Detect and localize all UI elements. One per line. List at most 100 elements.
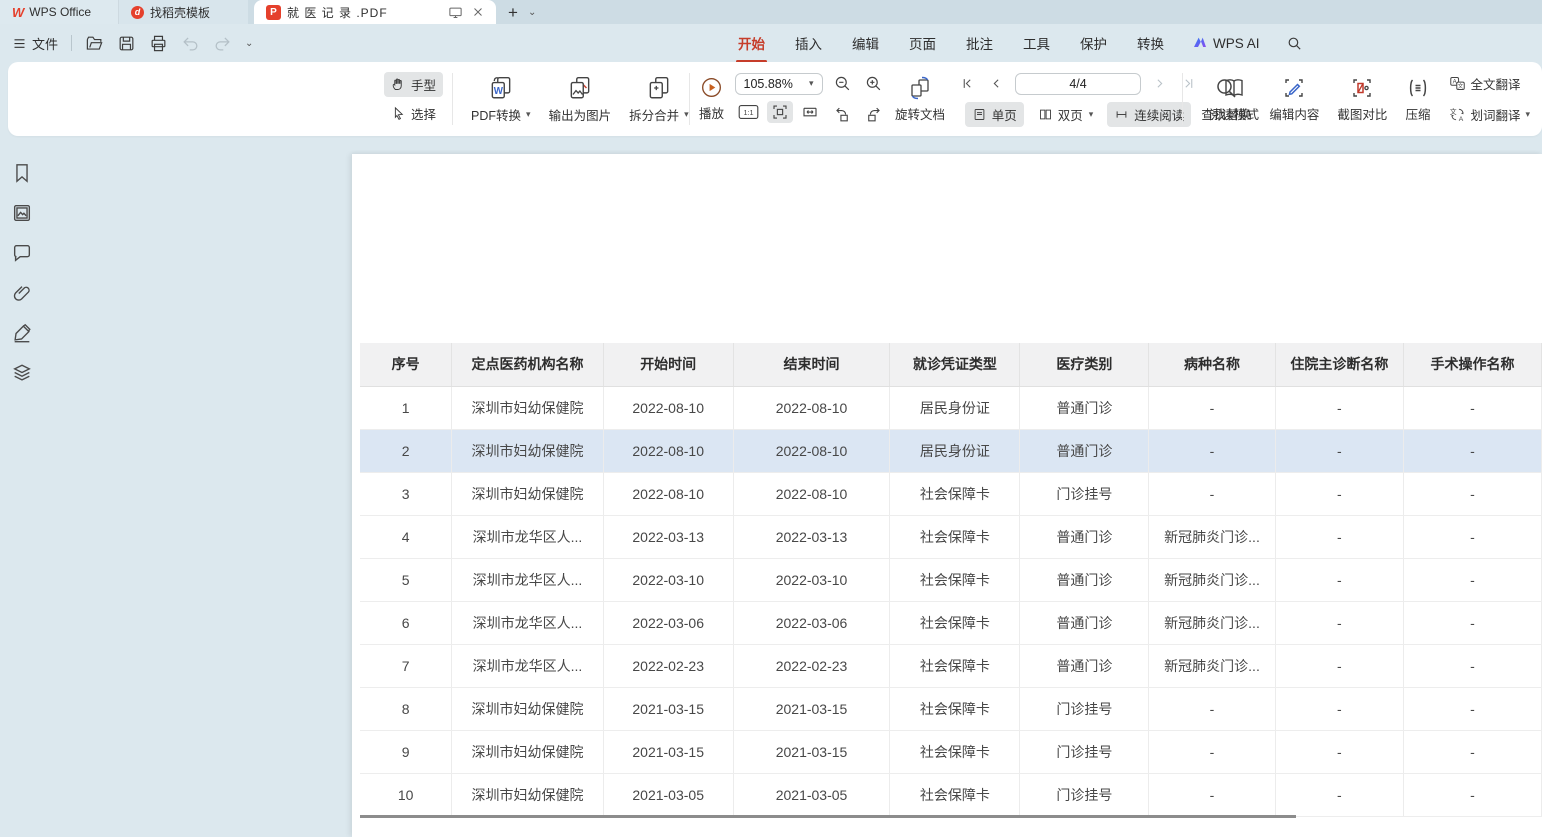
table-row: 6深圳市龙华区人...2022-03-062022-03-06社会保障卡普通门诊… (360, 601, 1542, 644)
menu-item-tools[interactable]: 工具 (1021, 31, 1052, 55)
window-tab-strip: W WPS Office d 找稻壳模板 P 就 医 记 录 .PDF + ⌄ (0, 0, 1542, 24)
export-image-button[interactable]: 输出为图片 (540, 75, 621, 124)
save-icon[interactable] (117, 34, 136, 53)
close-tab-icon[interactable] (472, 6, 484, 18)
zoom-in-button[interactable] (860, 72, 887, 95)
bookmark-icon[interactable] (11, 162, 33, 184)
col-header-start-time: 开始时间 (603, 343, 733, 386)
divider (689, 73, 690, 125)
menu-item-home[interactable]: 开始 (736, 31, 767, 55)
table-cell: - (1149, 472, 1276, 515)
fit-page-button[interactable] (767, 101, 793, 123)
menu-item-annotate[interactable]: 批注 (964, 31, 995, 55)
table-cell: 深圳市龙华区人... (452, 515, 603, 558)
table-row: 4深圳市龙华区人...2022-03-132022-03-13社会保障卡普通门诊… (360, 515, 1542, 558)
new-tab-button[interactable]: + (508, 4, 518, 21)
pdf-convert-button[interactable]: W PDF转换 ▾ (462, 75, 540, 124)
table-cell: 2021-03-05 (603, 773, 733, 816)
table-cell: 5 (360, 558, 452, 601)
comment-icon[interactable] (11, 242, 33, 264)
rotate-left-button[interactable] (829, 103, 856, 126)
tab-list-chevron-icon[interactable]: ⌄ (528, 7, 536, 18)
compress-button[interactable]: 压缩 (1396, 76, 1439, 123)
print-icon[interactable] (149, 34, 168, 53)
menu-item-wps-ai[interactable]: WPS AI (1192, 35, 1260, 51)
table-cell: 2021-03-05 (733, 773, 890, 816)
open-folder-icon[interactable] (85, 34, 104, 53)
menu-search-icon[interactable] (1286, 35, 1303, 52)
menu-item-insert[interactable]: 插入 (793, 31, 824, 55)
edit-content-label: 编辑内容 (1269, 104, 1319, 123)
menu-item-convert[interactable]: 转换 (1135, 31, 1166, 55)
horizontal-scrollbar[interactable] (360, 815, 1296, 818)
screenshot-compare-label: 截图对比 (1337, 104, 1387, 123)
double-page-button[interactable]: 双页 ▾ (1031, 102, 1101, 127)
word-translate-button[interactable]: 文 A 划词翻译 ▾ (1449, 101, 1530, 128)
tab-wps-office[interactable]: W WPS Office (0, 0, 118, 24)
tab-document[interactable]: P 就 医 记 录 .PDF (254, 0, 496, 24)
tab-template[interactable]: d 找稻壳模板 (118, 0, 248, 24)
col-header-medical-category: 医疗类别 (1020, 343, 1149, 386)
file-menu-button[interactable]: 文件 (12, 34, 58, 53)
zoom-level-dropdown[interactable]: 105.88% ▾ (735, 73, 823, 95)
menu-item-edit[interactable]: 编辑 (850, 31, 881, 55)
play-label: 播放 (699, 103, 724, 122)
actual-size-button[interactable]: 1:1 (734, 101, 763, 123)
table-cell: 新冠肺炎门诊... (1149, 515, 1276, 558)
table-row: 2深圳市妇幼保健院2022-08-102022-08-10居民身份证普通门诊--… (360, 429, 1542, 472)
chevron-down-icon: ▾ (1525, 109, 1530, 120)
screenshot-compare-button[interactable]: 截图对比 (1328, 76, 1396, 123)
fit-width-button[interactable] (797, 101, 823, 123)
play-button[interactable]: 播放 (699, 76, 724, 122)
page-number-input[interactable] (1015, 73, 1141, 95)
table-cell: - (1403, 515, 1541, 558)
svg-text:A: A (1459, 116, 1464, 123)
table-row: 10深圳市妇幼保健院2021-03-052021-03-05社会保障卡门诊挂号-… (360, 773, 1542, 816)
hand-tool-button[interactable]: 手型 (384, 72, 443, 97)
table-cell: 2022-08-10 (733, 429, 890, 472)
record-table-body: 1深圳市妇幼保健院2022-08-102022-08-10居民身份证普通门诊--… (360, 386, 1542, 816)
find-replace-button[interactable]: 查找替换 (1192, 76, 1260, 123)
redo-icon[interactable] (213, 34, 232, 53)
first-page-button[interactable] (957, 75, 978, 92)
hand-tool-label: 手型 (411, 75, 436, 94)
prev-page-button[interactable] (986, 75, 1007, 92)
undo-icon[interactable] (181, 34, 200, 53)
table-cell: - (1403, 773, 1541, 816)
menu-item-protect[interactable]: 保护 (1078, 31, 1109, 55)
select-tool-button[interactable]: 选择 (384, 101, 443, 126)
col-header-main-diagnosis: 住院主诊断名称 (1275, 343, 1403, 386)
table-cell: 普通门诊 (1020, 601, 1149, 644)
table-cell: 2022-03-10 (603, 558, 733, 601)
one-to-one-glyph: 1:1 (743, 108, 753, 117)
pdf-convert-icon: W (488, 75, 514, 101)
thumbnails-icon[interactable] (11, 202, 33, 224)
table-cell: 2021-03-15 (603, 687, 733, 730)
layers-icon[interactable] (11, 362, 33, 384)
zoom-out-button[interactable] (829, 72, 856, 95)
table-cell: - (1275, 386, 1403, 429)
next-page-button[interactable] (1149, 75, 1170, 92)
full-translate-button[interactable]: A 文 全文翻译 (1449, 70, 1520, 97)
edit-content-button[interactable]: 编辑内容 (1260, 76, 1328, 123)
annotate-pen-icon[interactable] (11, 322, 33, 344)
zoom-in-icon (864, 74, 883, 93)
single-page-button[interactable]: 单页 (965, 102, 1024, 127)
double-page-label: 双页 (1058, 105, 1083, 124)
rotate-document-button[interactable]: 旋转文档 (895, 76, 945, 123)
left-panel-sidebar (0, 154, 44, 837)
rotate-right-button[interactable] (860, 103, 887, 126)
attachment-icon[interactable] (11, 282, 33, 304)
table-cell: 3 (360, 472, 452, 515)
table-cell: 9 (360, 730, 452, 773)
continuous-read-icon (1114, 107, 1129, 122)
pdf-page[interactable]: 序号 定点医药机构名称 开始时间 结束时间 就诊凭证类型 医疗类别 病种名称 住… (352, 154, 1542, 837)
word-translate-label: 划词翻译 (1470, 105, 1520, 124)
table-cell: - (1149, 386, 1276, 429)
menu-item-page[interactable]: 页面 (907, 31, 938, 55)
table-cell: - (1149, 687, 1276, 730)
col-header-serial: 序号 (360, 343, 452, 386)
monitor-icon[interactable] (448, 5, 463, 20)
quickbar-chevron-icon[interactable]: ⌄ (245, 38, 253, 49)
divider (452, 73, 453, 125)
